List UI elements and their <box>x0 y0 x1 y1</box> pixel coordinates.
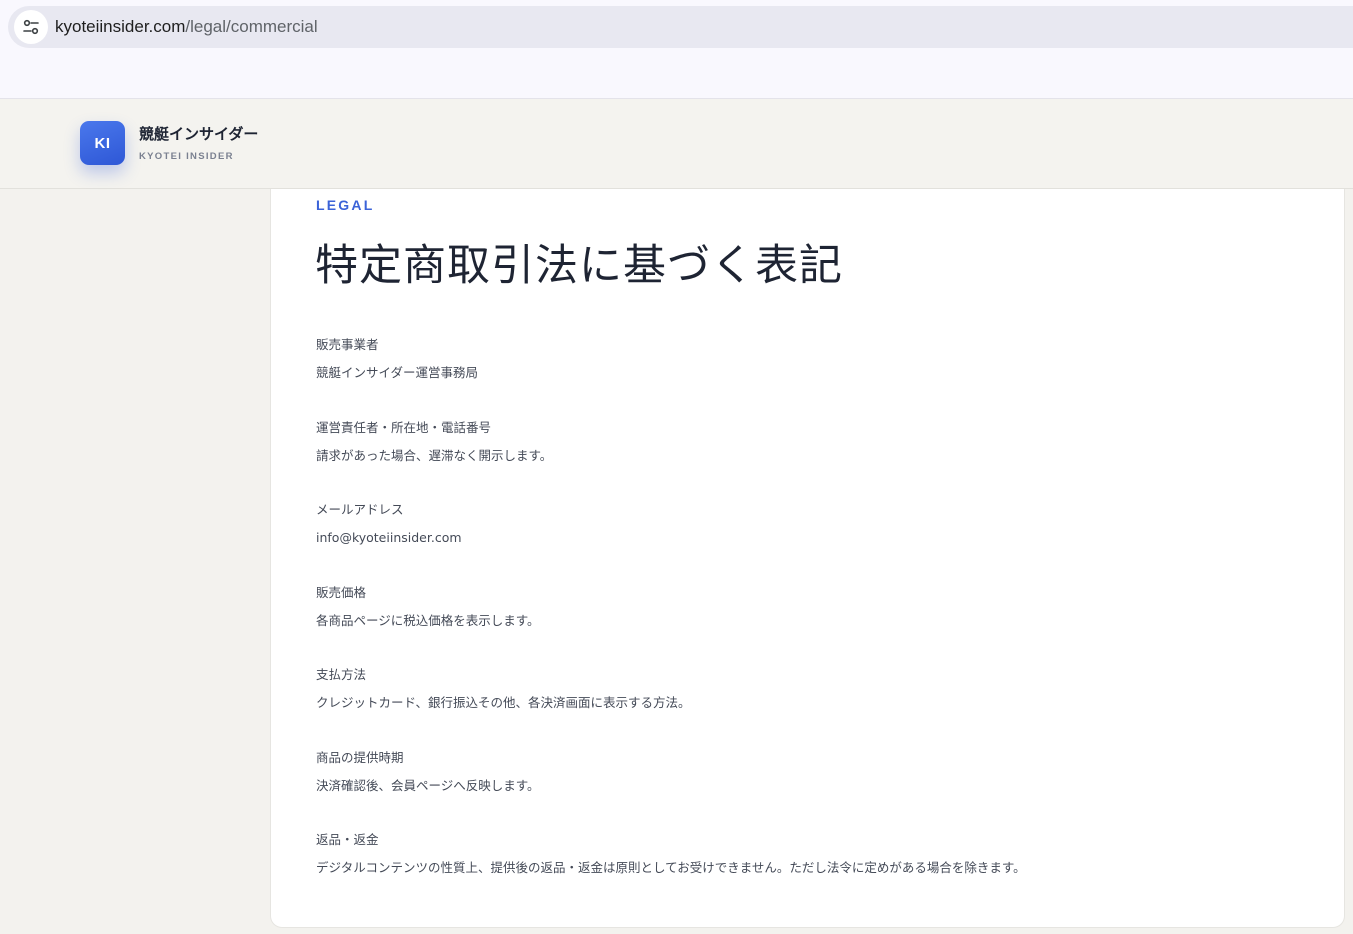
item-label: 運営責任者・所在地・電話番号 <box>316 420 492 435</box>
site-info-button[interactable] <box>14 10 48 44</box>
browser-chrome: kyoteiinsider.com/legal/commercial <box>0 0 1353 99</box>
info-item-delivery: 商品の提供時期 決済確認後、会員ページへ反映します。 <box>316 750 540 794</box>
info-item-seller: 販売事業者 競艇インサイダー運営事務局 <box>316 337 478 381</box>
item-value: 各商品ページに税込価格を表示します。 <box>316 613 540 628</box>
info-item-manager: 運営責任者・所在地・電話番号 請求があった場合、遅滞なく開示します。 <box>316 420 552 464</box>
item-label: 返品・返金 <box>316 832 379 847</box>
info-item-refund: 返品・返金 デジタルコンテンツの性質上、提供後の返品・返金は原則としてお受けでき… <box>316 832 1026 876</box>
brand-subtitle: KYOTEI INSIDER <box>139 151 234 162</box>
item-label: 商品の提供時期 <box>316 750 404 765</box>
info-item-price: 販売価格 各商品ページに税込価格を表示します。 <box>316 585 540 629</box>
info-item-payment: 支払方法 クレジットカード、銀行振込その他、各決済画面に表示する方法。 <box>316 667 691 711</box>
info-item-email: メールアドレス info@kyoteiinsider.com <box>316 502 462 546</box>
section-eyebrow: LEGAL <box>316 197 375 213</box>
item-value: クレジットカード、銀行振込その他、各決済画面に表示する方法。 <box>316 695 691 710</box>
tune-icon <box>23 19 39 35</box>
email-link[interactable]: info@kyoteiinsider.com <box>316 530 462 546</box>
brand-name[interactable]: 競艇インサイダー <box>139 123 258 144</box>
item-label: 販売価格 <box>316 585 367 600</box>
item-label: 支払方法 <box>316 667 367 682</box>
item-label: メールアドレス <box>316 502 404 517</box>
item-value: デジタルコンテンツの性質上、提供後の返品・返金は原則としてお受けできません。ただ… <box>316 860 1026 875</box>
url-host: kyoteiinsider.com <box>55 17 186 36</box>
logo-badge[interactable]: KI <box>80 121 125 165</box>
address-bar[interactable]: kyoteiinsider.com/legal/commercial <box>8 6 1353 48</box>
item-label: 販売事業者 <box>316 337 379 352</box>
page-title: 特定商取引法に基づく表記 <box>315 241 843 291</box>
content-card: LEGAL 特定商取引法に基づく表記 販売事業者 競艇インサイダー運営事務局 運… <box>270 189 1345 928</box>
item-value: 決済確認後、会員ページへ反映します。 <box>316 778 540 793</box>
site-header: KI 競艇インサイダー KYOTEI INSIDER <box>0 99 1353 189</box>
url-path: /legal/commercial <box>185 17 318 36</box>
item-value: 請求があった場合、遅滞なく開示します。 <box>316 448 553 463</box>
url-text[interactable]: kyoteiinsider.com/legal/commercial <box>55 17 318 37</box>
item-value: 競艇インサイダー運営事務局 <box>316 365 479 380</box>
